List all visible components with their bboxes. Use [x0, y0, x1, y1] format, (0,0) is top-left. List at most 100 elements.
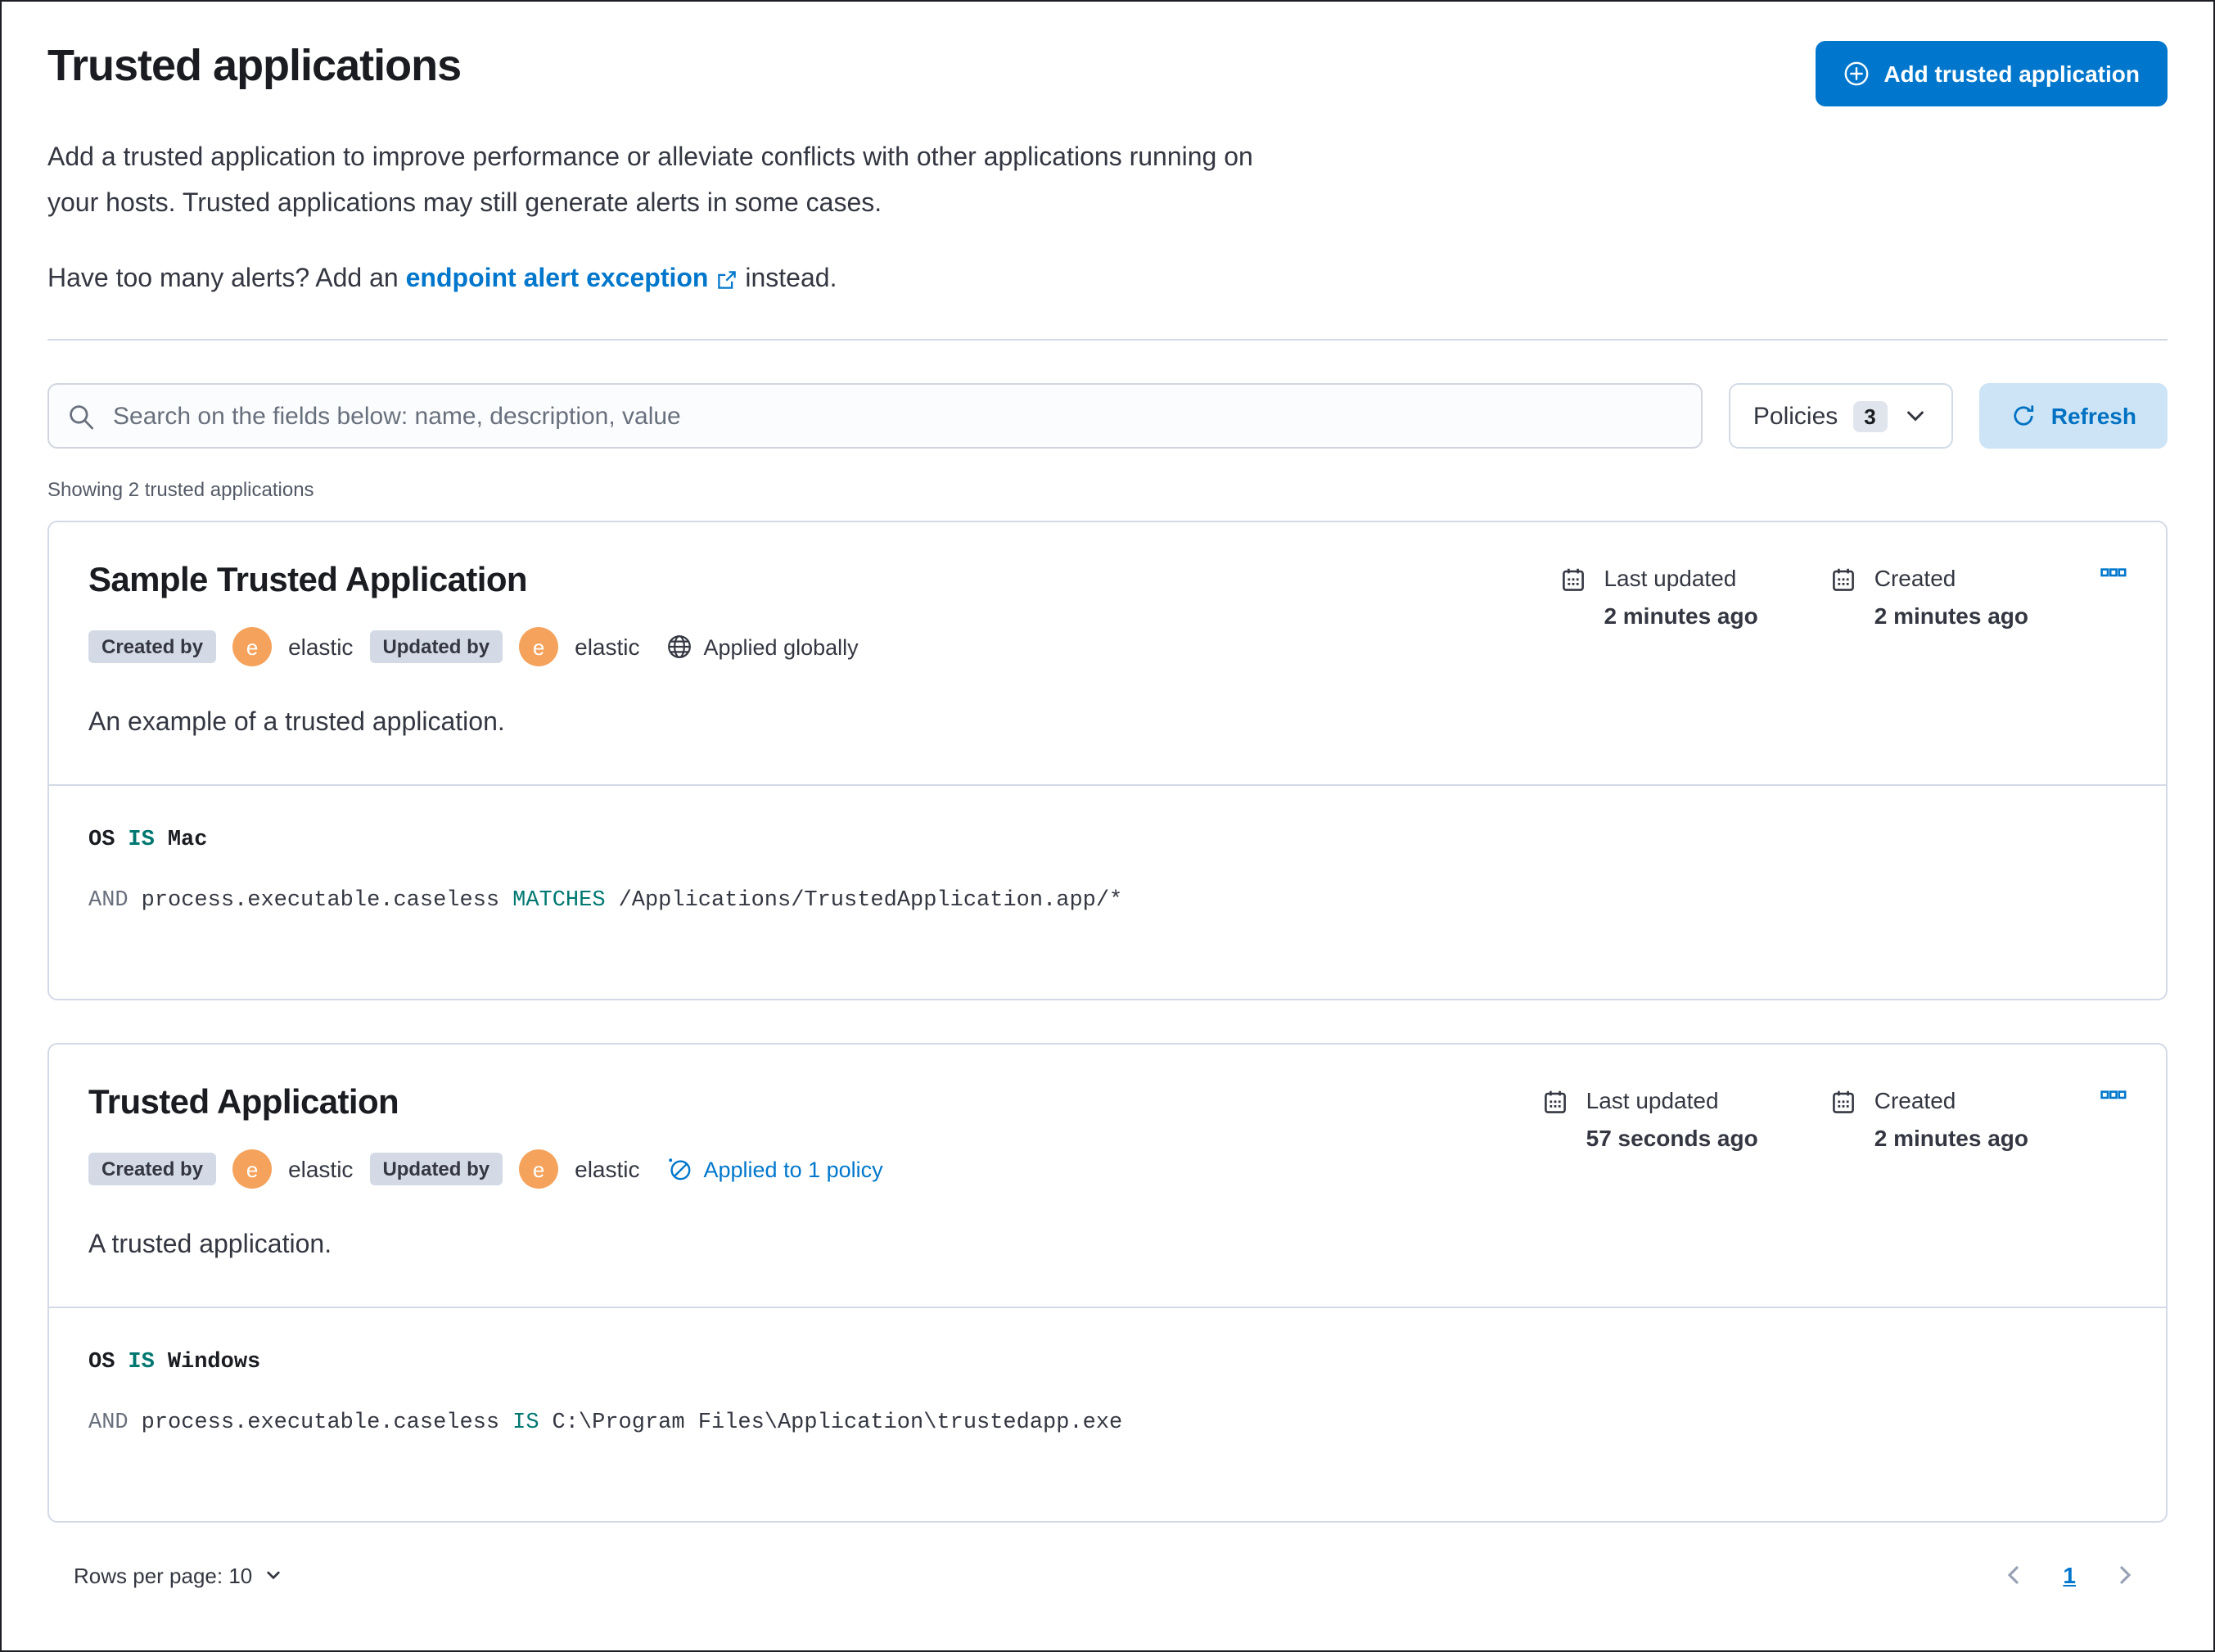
created-block: Created 2 minutes ago [1830, 565, 2028, 629]
criteria-line: AND process.executable.caseless IS C:\Progr… [88, 1411, 2127, 1436]
page-1-button[interactable]: 1 [2063, 1562, 2076, 1588]
criteria-value: Mac [167, 828, 208, 853]
refresh-icon [2010, 403, 2037, 429]
created-label: Created [1874, 1087, 1956, 1113]
trusted-app-title: Sample Trusted Application [88, 562, 528, 599]
card-actions-menu-button[interactable] [2100, 1087, 2127, 1100]
boxes-horizontal-icon [2100, 1090, 2127, 1100]
criteria-line: OS IS Windows [88, 1351, 2127, 1375]
last-updated-value: 57 seconds ago [1586, 1125, 1758, 1151]
created-value: 2 minutes ago [1874, 1125, 2028, 1151]
calendar-icon [1830, 565, 1856, 629]
endpoint-alert-exception-label: endpoint alert exception [405, 265, 709, 293]
page-title: Trusted applications [47, 41, 462, 90]
trusted-applications-page: Trusted applications Add trusted applica… [0, 0, 2215, 1652]
page-header: Trusted applications Add trusted applica… [47, 41, 2168, 106]
trusted-app-card-sample: Sample Trusted Application Created by e … [47, 521, 2168, 1000]
alerts-hint-prefix: Have too many alerts? Add an [47, 265, 399, 293]
criteria-line: OS IS Mac [88, 828, 2127, 853]
criteria-value: /Applications/TrustedApplication.app/* [618, 889, 1123, 914]
chevron-left-icon [2001, 1562, 2027, 1588]
trusted-app-meta: Created by e elastic Updated by e elasti… [88, 1149, 883, 1189]
last-updated-label: Last updated [1586, 1087, 1719, 1113]
trusted-app-description: An example of a trusted application. [88, 709, 505, 737]
header-divider [47, 339, 2168, 341]
globe-icon [666, 634, 692, 660]
updated-by-user: elastic [575, 634, 640, 660]
pagination: 1 [1997, 1559, 2141, 1591]
last-updated-value: 2 minutes ago [1604, 603, 1758, 629]
results-count: Showing 2 trusted applications [47, 478, 314, 501]
created-value: 2 minutes ago [1874, 603, 2028, 629]
boxes-horizontal-icon [2100, 568, 2127, 578]
add-trusted-application-label: Add trusted application [1883, 61, 2140, 87]
next-page-button[interactable] [2109, 1559, 2141, 1591]
applied-policy-link[interactable]: Applied to 1 policy [666, 1156, 883, 1182]
trusted-app-description: A trusted application. [88, 1231, 332, 1259]
criteria-value: C:\Program Files\Application\trustedapp.… [552, 1411, 1123, 1436]
last-updated-label: Last updated [1604, 565, 1737, 591]
policies-filter-button[interactable]: Policies 3 [1728, 383, 1953, 449]
criteria-value: Windows [167, 1351, 261, 1375]
calendar-icon [1542, 1087, 1568, 1151]
rows-per-page-button[interactable]: Rows per page: 10 [74, 1563, 283, 1587]
search-input[interactable] [110, 400, 1683, 431]
created-label: Created [1874, 565, 1956, 591]
criteria-operator: IS [512, 1411, 539, 1436]
criteria-conjunction: AND [88, 1411, 129, 1436]
trusted-app-dates: Last updated 2 minutes ago Created 2 min… [1559, 562, 2127, 784]
partial-circle-icon [666, 1156, 692, 1182]
updated-by-badge: Updated by [369, 630, 503, 663]
criteria-operator: MATCHES [512, 889, 606, 914]
updated-by-avatar: e [519, 627, 559, 666]
criteria-block: OS IS Windows AND process.executable.casele… [49, 1307, 2166, 1521]
chevron-right-icon [2112, 1562, 2138, 1588]
alerts-hint: Have too many alerts? Add an endpoint al… [47, 257, 2168, 303]
page-description: Add a trusted application to improve per… [47, 136, 2168, 228]
created-block: Created 2 minutes ago [1830, 1087, 2028, 1151]
chevron-down-icon [264, 1565, 283, 1585]
updated-by-badge: Updated by [369, 1153, 503, 1185]
calendar-icon [1830, 1087, 1856, 1151]
scope-label: Applied globally [703, 634, 859, 659]
trusted-app-card-trusted: Trusted Application Created by e elastic… [47, 1043, 2168, 1523]
trusted-app-title: Trusted Application [88, 1084, 399, 1122]
rows-per-page-label: Rows per page: 10 [74, 1563, 253, 1587]
last-updated-block: Last updated 57 seconds ago [1542, 1087, 1758, 1151]
criteria-field: OS [88, 828, 115, 853]
scope-label: Applied to 1 policy [703, 1157, 883, 1181]
created-by-user: elastic [288, 1156, 354, 1182]
external-link-icon [715, 269, 738, 291]
description-line-2: your hosts. Trusted applications may sti… [47, 190, 882, 218]
card-actions-menu-button[interactable] [2100, 565, 2127, 578]
updated-by-avatar: e [519, 1149, 559, 1189]
refresh-button[interactable]: Refresh [1978, 383, 2168, 449]
search-box [47, 383, 1703, 449]
scope-global: Applied globally [666, 634, 859, 660]
criteria-field: process.executable.caseless [141, 889, 500, 914]
criteria-conjunction: AND [88, 889, 129, 914]
criteria-block: OS IS Mac AND process.executable.caseless MA… [49, 784, 2166, 999]
add-trusted-application-button[interactable]: Add trusted application [1815, 41, 2168, 106]
criteria-line: AND process.executable.caseless MATCHES/Ap… [88, 889, 2127, 914]
created-by-user: elastic [288, 634, 354, 660]
created-by-badge: Created by [88, 1153, 217, 1185]
previous-page-button[interactable] [1997, 1559, 2030, 1591]
criteria-field: OS [88, 1351, 115, 1375]
criteria-operator: IS [128, 828, 155, 853]
created-by-badge: Created by [88, 630, 217, 663]
table-footer: Rows per page: 10 1 [47, 1559, 2168, 1591]
criteria-operator: IS [128, 1351, 155, 1375]
created-by-avatar: e [232, 1149, 273, 1189]
trusted-app-meta: Created by e elastic Updated by e elasti… [88, 627, 859, 666]
created-by-avatar: e [232, 627, 273, 666]
policies-count-badge: 3 [1852, 400, 1888, 431]
controls-row: Policies 3 Refresh [47, 383, 2168, 449]
plus-circle-icon [1843, 61, 1869, 87]
updated-by-user: elastic [575, 1156, 640, 1182]
trusted-app-dates: Last updated 57 seconds ago Created 2 mi… [1542, 1084, 2127, 1307]
alerts-hint-suffix: instead. [745, 265, 837, 293]
calendar-icon [1559, 565, 1586, 629]
endpoint-alert-exception-link[interactable]: endpoint alert exception [406, 257, 738, 303]
chevron-down-icon [1902, 403, 1929, 429]
